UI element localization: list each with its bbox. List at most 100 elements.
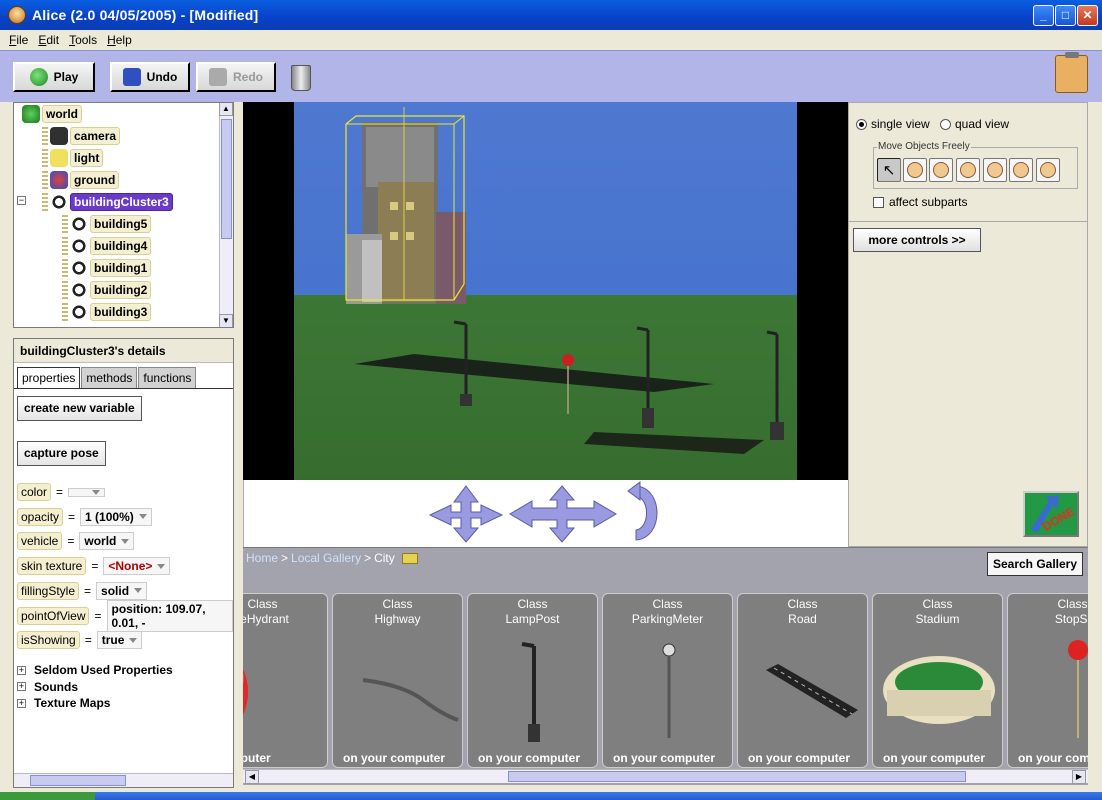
drag-grip-icon[interactable] [62,281,68,299]
expand-plus-icon[interactable]: + [17,698,26,708]
turn-forward-back-mode-button[interactable] [956,158,980,182]
tab-methods[interactable]: methods [81,367,138,388]
breadcrumb-local-gallery[interactable]: Local Gallery [291,551,361,565]
scene-render[interactable] [294,102,797,480]
move-forward-back-left-right-arrow-icon[interactable] [428,485,504,543]
scene-controls-panel: single view quad view Move Objects Freel… [848,102,1088,547]
expander-label: Seldom Used Properties [34,663,173,677]
clipboard-icon[interactable] [1055,52,1088,93]
rotate-arrow-icon[interactable] [627,481,658,541]
tree-scrollbar[interactable]: ▲ ▼ [219,103,233,327]
pointer-mode-button[interactable]: ↖ [877,158,901,182]
trash-icon[interactable] [291,65,311,91]
gallery-card[interactable]: Class ParkingMeter on your computer [602,593,733,768]
expander-seldom-used-properties[interactable]: + Seldom Used Properties [17,662,173,678]
affect-subparts-checkbox[interactable]: affect subparts [873,195,968,209]
menu-file[interactable]: File [9,33,28,47]
tree-item-building4[interactable]: building4 [62,236,152,256]
property-value-dropdown[interactable] [68,487,106,497]
tree-item-ground[interactable]: ground [42,170,120,190]
redo-button[interactable]: Redo [196,62,276,92]
capture-pose-button[interactable]: capture pose [17,441,106,466]
gallery-card[interactable]: Class LampPost on your computer [467,593,598,768]
scroll-thumb[interactable] [508,771,966,782]
drag-grip-icon[interactable] [42,127,48,145]
gallery-card[interactable]: Class Highway on your computer [332,593,463,768]
property-value-dropdown[interactable]: position: 109.07, 0.01, - [106,599,233,632]
property-value-dropdown[interactable]: true [96,631,143,650]
property-name[interactable]: color [17,483,52,501]
scroll-right-arrow[interactable]: ▶ [1072,770,1086,784]
property-name[interactable]: pointOfView [17,606,90,625]
scroll-left-arrow[interactable]: ◀ [245,770,259,784]
drag-grip-icon[interactable] [42,171,48,189]
tumble-mode-button[interactable] [983,158,1007,182]
tree-item-world[interactable]: world [22,104,82,124]
menu-help[interactable]: Help [107,33,132,47]
property-name[interactable]: opacity [17,507,64,526]
drag-grip-icon[interactable] [42,149,48,167]
property-value-dropdown[interactable]: 1 (100%) [80,507,152,526]
gallery-card[interactable]: Class Road on your computer [737,593,868,768]
breadcrumb-home[interactable]: Home [246,551,278,565]
property-name[interactable]: vehicle [17,532,63,551]
drag-grip-icon[interactable] [62,259,68,277]
maximize-button[interactable]: □ [1055,5,1076,26]
collapse-toggle[interactable]: − [17,196,26,205]
property-name[interactable]: skin texture [17,557,87,576]
tree-item-building5[interactable]: building5 [62,214,152,234]
minimize-button[interactable]: _ [1033,5,1054,26]
drag-grip-icon[interactable] [62,215,68,233]
property-value-dropdown[interactable]: world [79,532,135,551]
world-view[interactable] [243,102,848,480]
play-button[interactable]: Play [13,62,95,92]
tree-item-camera[interactable]: camera [42,126,121,146]
resize-mode-button[interactable] [1009,158,1033,182]
copy-mode-button[interactable] [1036,158,1060,182]
gallery-card[interactable]: ClassreHydrant r computer [243,593,328,768]
card-thumbnail [873,640,1002,744]
scroll-thumb[interactable] [30,775,126,786]
create-new-variable-button[interactable]: create new variable [17,396,142,421]
property-value-dropdown[interactable]: solid [96,581,148,600]
quad-view-radio[interactable]: quad view [940,117,1009,131]
gallery-scrollbar[interactable]: ◀ ▶ [243,769,1088,784]
scroll-up-arrow[interactable]: ▲ [219,103,233,116]
tab-properties[interactable]: properties [17,367,81,388]
search-gallery-button[interactable]: Search Gallery [987,552,1083,576]
property-value-dropdown[interactable]: <None> [103,557,171,576]
drag-grip-icon[interactable] [62,303,68,321]
property-name[interactable]: isShowing [17,631,80,650]
folder-up-icon[interactable] [401,552,418,564]
close-button[interactable]: ✕ [1077,5,1098,26]
start-button[interactable] [0,792,95,800]
single-view-radio[interactable]: single view [856,117,930,131]
menu-edit[interactable]: Edit [38,33,59,47]
tree-item-building2[interactable]: building2 [62,280,152,300]
done-button[interactable]: DONE [1023,491,1079,537]
scroll-thumb[interactable] [221,119,232,239]
property-name[interactable]: fillingStyle [17,581,80,600]
drag-grip-icon[interactable] [62,237,68,255]
tree-item-buildingCluster3[interactable]: buildingCluster3 [42,192,173,212]
details-scrollbar[interactable] [14,773,233,787]
tab-functions[interactable]: functions [138,367,197,388]
tree-item-building1[interactable]: building1 [62,258,152,278]
tree-item-label: buildingCluster3 [70,193,173,211]
more-controls-button[interactable]: more controls >> [853,228,981,252]
gallery-card[interactable]: Class StopSi on your com [1007,593,1088,768]
scroll-down-arrow[interactable]: ▼ [219,314,233,327]
turn-left-right-mode-button[interactable] [929,158,953,182]
expand-plus-icon[interactable]: + [17,682,26,691]
menu-tools[interactable]: Tools [69,33,97,47]
drag-grip-icon[interactable] [42,193,48,211]
gallery-card[interactable]: Class Stadium on your computer [872,593,1003,768]
expander-sounds[interactable]: + Sounds [17,679,78,695]
tree-item-light[interactable]: light [42,148,104,168]
expander-texture-maps[interactable]: + Texture Maps [17,695,110,711]
undo-button[interactable]: Undo [110,62,190,92]
move-up-down-left-right-arrow-icon[interactable] [509,485,617,543]
move-up-down-mode-button[interactable] [903,158,927,182]
tree-item-building3[interactable]: building3 [62,302,152,322]
expand-plus-icon[interactable]: + [17,665,26,675]
